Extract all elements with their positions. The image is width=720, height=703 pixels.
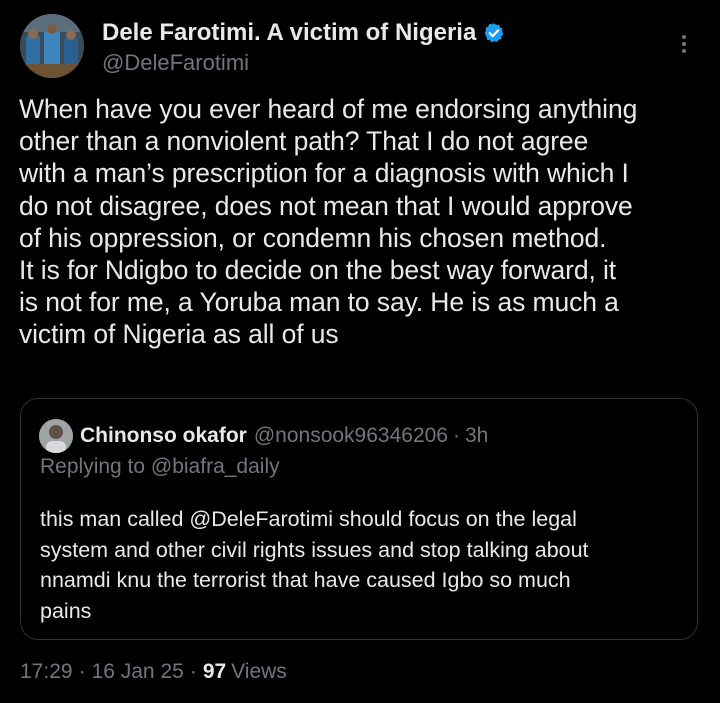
- quoted-author-name[interactable]: Chinonso okafor: [80, 424, 247, 448]
- tweet-text: When have you ever heard of me endorsing…: [19, 94, 638, 350]
- quoted-author-avatar[interactable]: [39, 419, 73, 453]
- author-display-name[interactable]: Dele Farotimi. A victim of Nigeria: [102, 18, 505, 48]
- meta-separator: ·: [189, 660, 197, 683]
- author-display-name-text[interactable]: Dele Farotimi. A victim of Nigeria: [102, 18, 476, 48]
- quoted-tweet-header: Chinonso okafor @nonsook96346206 · 3h: [39, 419, 488, 453]
- views-count[interactable]: 97: [203, 660, 226, 684]
- quoted-author-handle[interactable]: @nonsook96346206: [254, 424, 448, 448]
- quoted-tweet[interactable]: Chinonso okafor @nonsook96346206 · 3h Re…: [20, 398, 698, 640]
- quoted-separator: ·: [453, 424, 460, 447]
- tweet-time[interactable]: 17:29: [20, 660, 73, 684]
- author-name-block: Dele Farotimi. A victim of Nigeria @Dele…: [102, 18, 505, 77]
- verified-badge-icon[interactable]: [483, 22, 505, 44]
- meta-separator: ·: [78, 660, 86, 683]
- tweet-meta: 17:29 · 16 Jan 25 · 97 Views: [20, 660, 287, 684]
- quoted-tweet-text: this man called @DeleFarotimi should foc…: [40, 507, 589, 623]
- quoted-timestamp[interactable]: 3h: [465, 424, 488, 448]
- tweet-date[interactable]: 16 Jan 25: [92, 660, 184, 684]
- more-options-icon[interactable]: [674, 32, 694, 56]
- tweet-container: Dele Farotimi. A victim of Nigeria @Dele…: [0, 0, 720, 703]
- quoted-replying-to: Replying to @biafra_daily: [40, 455, 280, 478]
- tweet-header: Dele Farotimi. A victim of Nigeria @Dele…: [20, 14, 700, 80]
- author-avatar[interactable]: [20, 14, 84, 78]
- author-handle[interactable]: @DeleFarotimi: [102, 49, 505, 77]
- views-label[interactable]: Views: [231, 660, 287, 684]
